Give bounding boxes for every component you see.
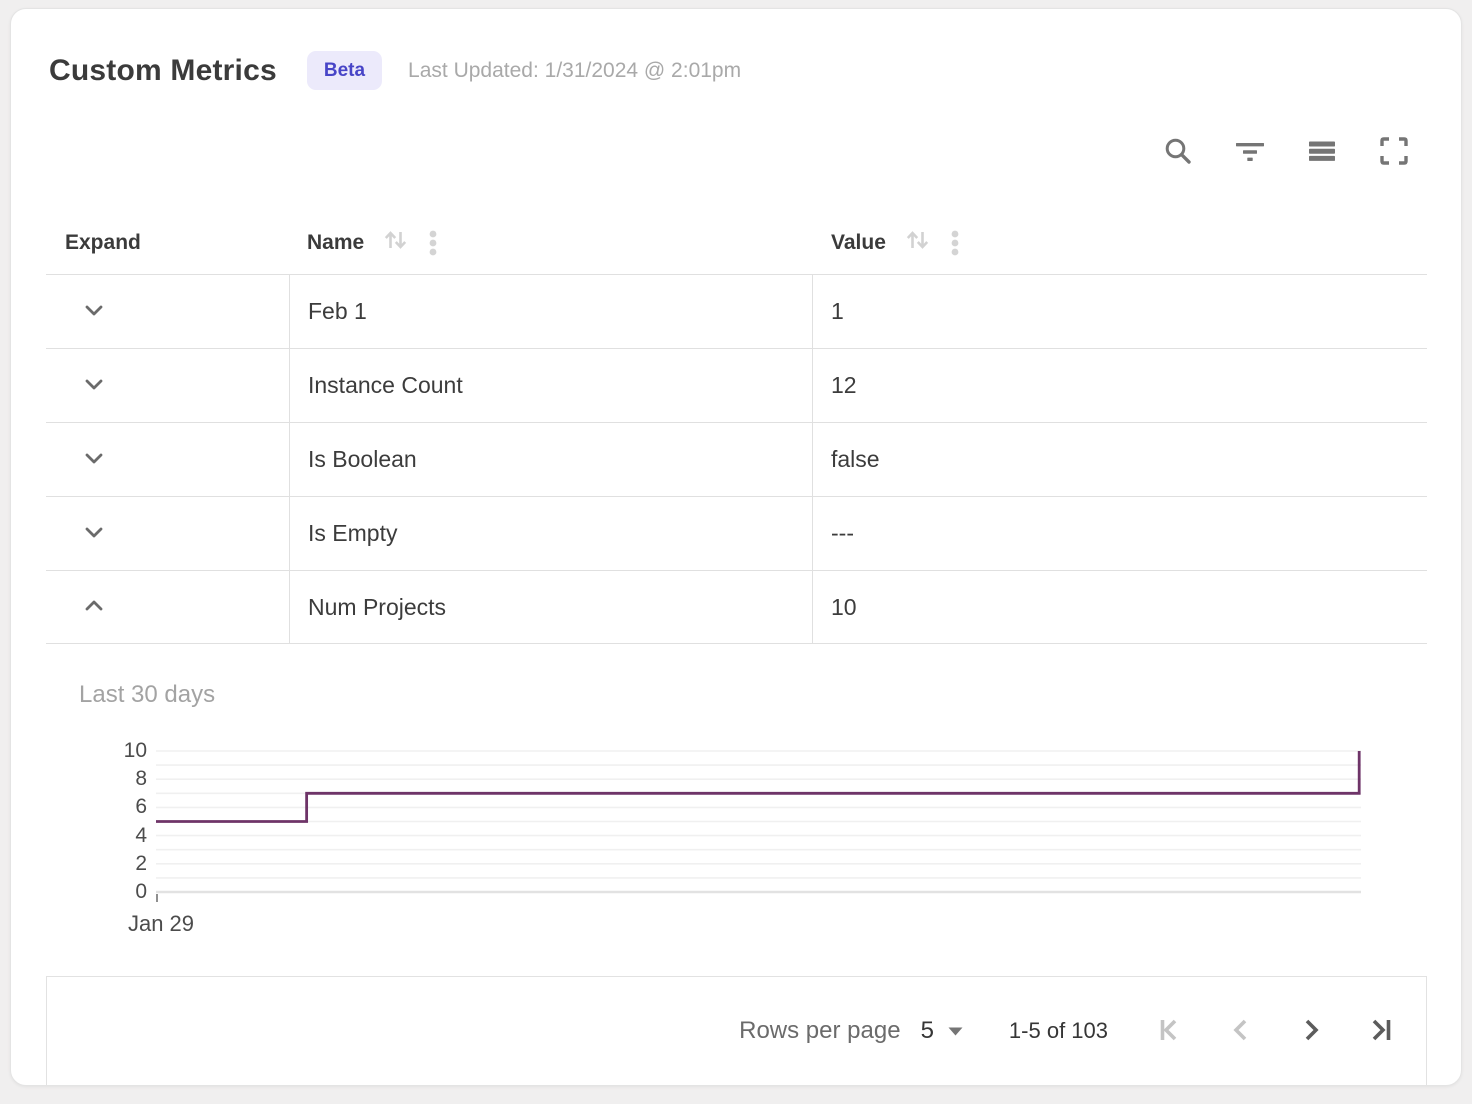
column-header-expand: Expand	[46, 231, 289, 255]
column-menu-icon[interactable]	[426, 227, 440, 259]
chevron-down-icon	[80, 296, 108, 327]
pagination-nav	[1156, 1016, 1396, 1046]
column-label: Value	[831, 231, 886, 255]
custom-metrics-card: Custom Metrics Beta Last Updated: 1/31/2…	[10, 8, 1462, 1086]
column-label: Expand	[65, 231, 141, 255]
search-button[interactable]	[1161, 135, 1195, 169]
first-page-icon	[1156, 1015, 1186, 1048]
value-cell: 1	[813, 275, 1427, 348]
expand-row-button[interactable]	[76, 366, 112, 405]
pagination-footer: Rows per page 5 1-5 of 103	[46, 976, 1427, 1085]
expand-row-button[interactable]	[76, 440, 112, 479]
metric-value: 12	[831, 372, 857, 399]
chart-title: Last 30 days	[79, 681, 215, 709]
y-tick-label: 8	[11, 767, 147, 791]
rows-per-page-label: Rows per page	[739, 1017, 900, 1045]
name-cell: Instance Count	[289, 349, 813, 422]
value-cell: ---	[813, 497, 1427, 570]
page-header: Custom Metrics Beta Last Updated: 1/31/2…	[49, 51, 1421, 90]
sort-icon[interactable]	[380, 225, 410, 260]
column-label: Name	[307, 231, 364, 255]
density-icon	[1307, 136, 1337, 169]
rows-per-page-select[interactable]: 5	[921, 1017, 963, 1045]
pagination-range: 1-5 of 103	[1009, 1018, 1108, 1044]
first-page-button[interactable]	[1156, 1016, 1186, 1046]
metric-value: 1	[831, 298, 844, 325]
trend-chart-svg	[156, 751, 1361, 892]
metric-name: Is Empty	[308, 520, 397, 547]
last-page-button[interactable]	[1366, 1016, 1396, 1046]
metric-value: ---	[831, 520, 854, 547]
table-row: Feb 1 1	[46, 274, 1427, 348]
value-cell: false	[813, 423, 1427, 496]
column-header-name[interactable]: Name	[289, 225, 813, 260]
table-row-expanded: Num Projects 10	[46, 570, 1427, 644]
chevron-up-icon	[80, 592, 108, 623]
expand-cell	[46, 349, 289, 422]
chevron-down-icon	[80, 370, 108, 401]
next-page-button[interactable]	[1296, 1016, 1326, 1046]
chart-y-axis: 10 8 6 4 2 0	[11, 751, 147, 892]
chevron-down-icon	[80, 518, 108, 549]
metrics-table: Expand Name Value	[46, 211, 1427, 644]
trend-chart: 10 8 6 4 2 0 Jan 29	[11, 751, 1461, 961]
table-row: Is Empty ---	[46, 496, 1427, 570]
y-tick-label: 4	[11, 824, 147, 848]
value-cell: 10	[813, 571, 1427, 643]
metric-value: false	[831, 446, 880, 473]
expand-cell	[46, 275, 289, 348]
last-page-icon	[1366, 1015, 1396, 1048]
metric-value: 10	[831, 594, 857, 621]
filter-button[interactable]	[1233, 135, 1267, 169]
metric-name: Instance Count	[308, 372, 463, 399]
expand-cell	[46, 423, 289, 496]
name-cell: Is Empty	[289, 497, 813, 570]
expand-row-button[interactable]	[76, 514, 112, 553]
x-axis-tick	[156, 894, 158, 902]
filter-icon	[1234, 135, 1266, 170]
table-row: Is Boolean false	[46, 422, 1427, 496]
beta-badge: Beta	[307, 51, 382, 90]
column-header-value[interactable]: Value	[813, 225, 1427, 260]
x-tick-label: Jan 29	[106, 911, 216, 937]
chevron-down-icon	[80, 444, 108, 475]
metric-name: Is Boolean	[308, 446, 417, 473]
density-button[interactable]	[1305, 135, 1339, 169]
rows-per-page-value: 5	[921, 1017, 934, 1045]
y-tick-label: 6	[11, 795, 147, 819]
grid-toolbar	[1161, 135, 1411, 169]
table-row: Instance Count 12	[46, 348, 1427, 422]
metric-name: Num Projects	[308, 594, 446, 621]
table-header-row: Expand Name Value	[46, 211, 1427, 274]
search-icon	[1162, 135, 1194, 170]
expand-cell	[46, 497, 289, 570]
collapse-row-button[interactable]	[76, 588, 112, 627]
caret-down-icon	[948, 1027, 963, 1036]
last-updated-text: Last Updated: 1/31/2024 @ 2:01pm	[408, 59, 741, 83]
chevron-right-icon	[1296, 1015, 1326, 1048]
page-title: Custom Metrics	[49, 54, 277, 88]
chart-plot-area	[156, 751, 1361, 892]
fullscreen-button[interactable]	[1377, 135, 1411, 169]
y-tick-label: 0	[11, 880, 147, 904]
y-tick-label: 2	[11, 852, 147, 876]
previous-page-button[interactable]	[1226, 1016, 1256, 1046]
fullscreen-icon	[1378, 135, 1410, 170]
name-cell: Feb 1	[289, 275, 813, 348]
chevron-left-icon	[1226, 1015, 1256, 1048]
sort-icon[interactable]	[902, 225, 932, 260]
y-tick-label: 10	[11, 739, 147, 763]
name-cell: Is Boolean	[289, 423, 813, 496]
name-cell: Num Projects	[289, 571, 813, 643]
expand-row-button[interactable]	[76, 292, 112, 331]
metric-name: Feb 1	[308, 298, 367, 325]
expand-cell	[46, 571, 289, 643]
column-menu-icon[interactable]	[948, 227, 962, 259]
value-cell: 12	[813, 349, 1427, 422]
